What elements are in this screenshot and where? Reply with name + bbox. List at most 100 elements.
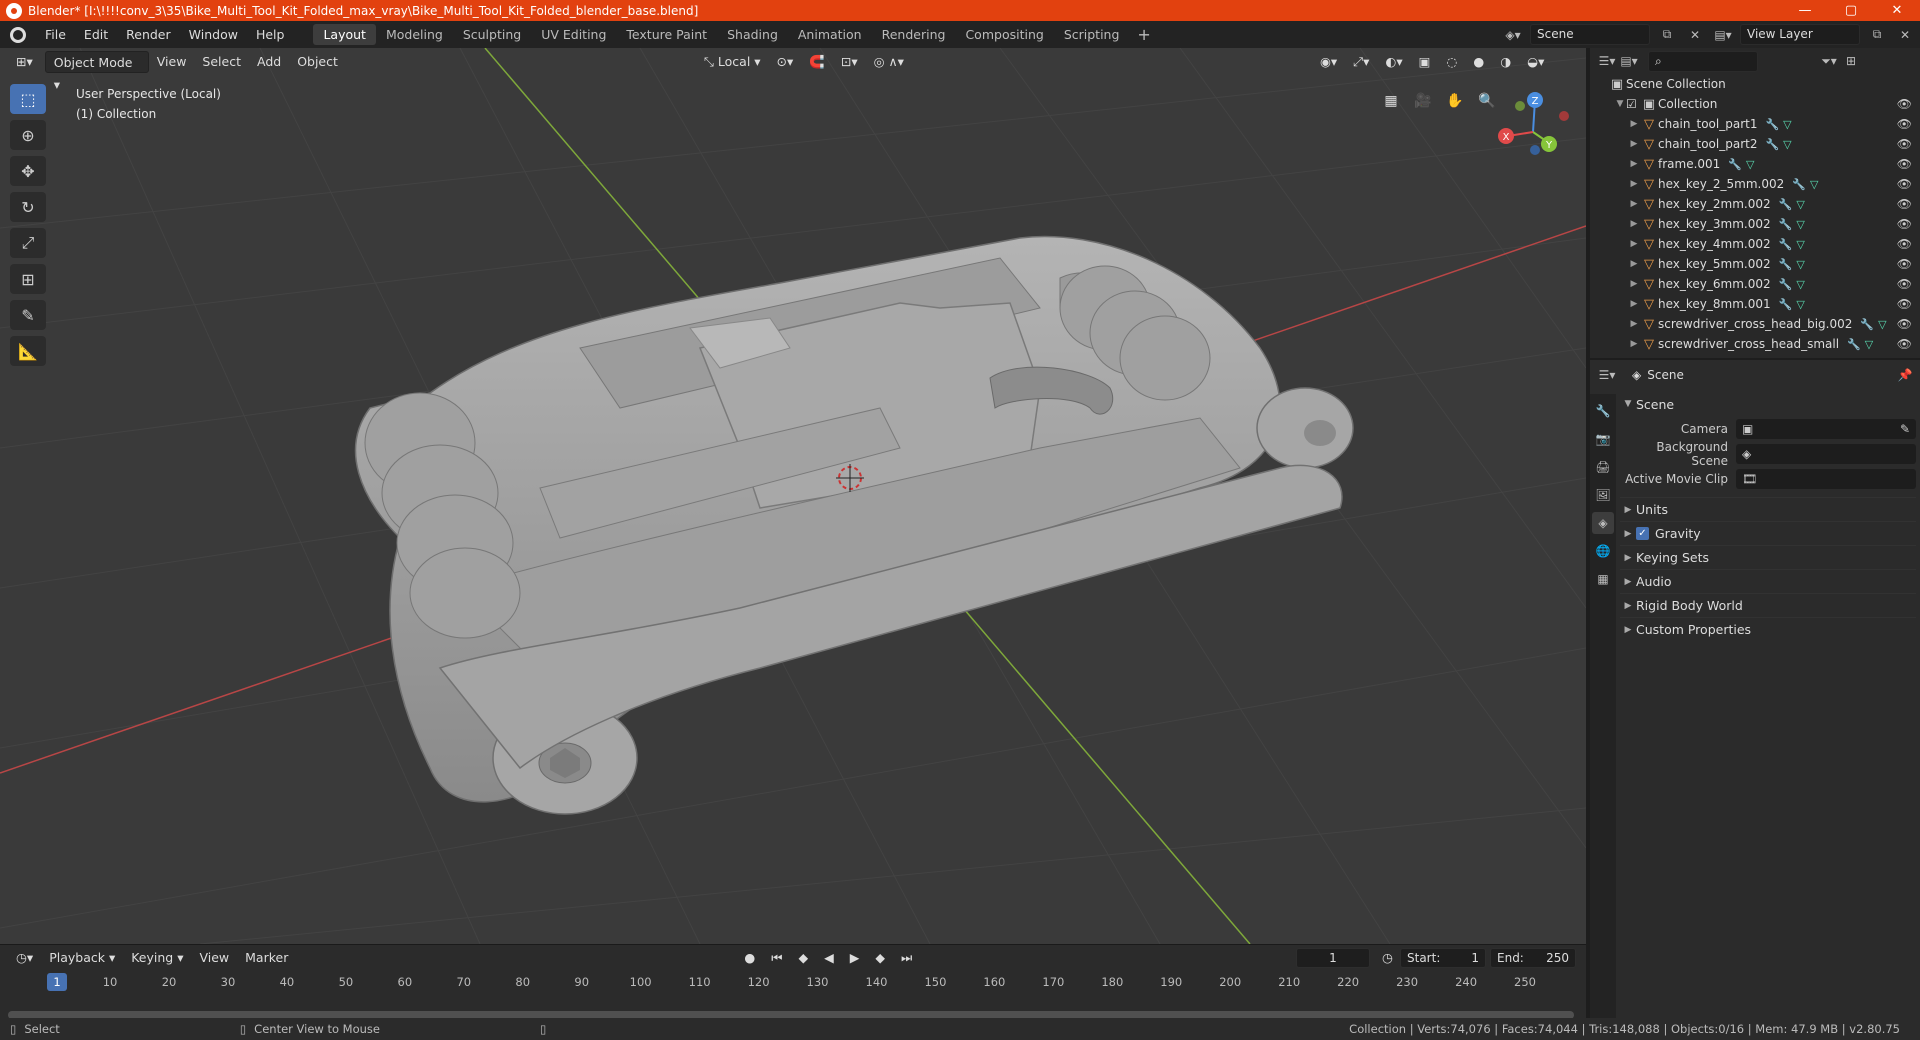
mesh-data-icon[interactable]: ▽ <box>1796 238 1804 251</box>
filter-icon[interactable]: ⏷▾ <box>1818 51 1840 72</box>
measure-tool-icon[interactable]: 📐 <box>10 336 46 366</box>
snap-icon[interactable]: 🧲 <box>801 51 833 73</box>
start-frame-field[interactable]: Start: 1 <box>1400 948 1486 968</box>
new-collection-icon[interactable]: ⊞ <box>1840 51 1862 72</box>
tab-scripting[interactable]: Scripting <box>1054 24 1130 45</box>
collection-row[interactable]: ▼ ☑ ▣ Collection 👁 <box>1590 94 1920 114</box>
transform-tool-icon[interactable]: ⊞ <box>10 264 46 294</box>
outliner-search-input[interactable]: ⌕ <box>1648 50 1758 72</box>
overlays-icon[interactable]: ◐▾ <box>1377 51 1410 73</box>
outliner-object-row[interactable]: ▶ ▽ hex_key_5mm.002 🔧 ▽ 👁 <box>1590 254 1920 274</box>
modifier-wrench-icon[interactable]: 🔧 <box>1792 178 1806 191</box>
menu-object[interactable]: Object <box>289 51 346 73</box>
modifier-wrench-icon[interactable]: 🔧 <box>1765 138 1779 151</box>
pivot-point-icon[interactable]: ⊙▾ <box>769 51 802 73</box>
play-button[interactable]: ▶ <box>842 947 868 969</box>
gravity-panel[interactable]: ▶ ✓ Gravity <box>1620 521 1916 545</box>
object-visibility-icon[interactable]: 👁 <box>1897 317 1912 331</box>
menu-help[interactable]: Help <box>247 21 294 48</box>
menu-view[interactable]: View <box>149 51 195 73</box>
object-visibility-icon[interactable]: 👁 <box>1897 337 1912 351</box>
outliner-object-row[interactable]: ▶ ▽ hex_key_3mm.002 🔧 ▽ 👁 <box>1590 214 1920 234</box>
annotate-tool-icon[interactable]: ✎ <box>10 300 46 330</box>
expand-object-icon[interactable]: ▶ <box>1628 279 1640 289</box>
timeline-ruler[interactable]: 1 10 20 30 40 50 60 70 80 90 100 110 120 130 140 150 160… <box>0 971 1586 993</box>
menu-file[interactable]: File <box>36 21 75 48</box>
mesh-data-icon[interactable]: ▽ <box>1796 278 1804 291</box>
object-visibility-icon[interactable]: 👁 <box>1897 197 1912 211</box>
jump-start-button[interactable]: ⏮ <box>763 947 790 969</box>
shading-material-icon[interactable]: ◑ <box>1492 51 1519 73</box>
close-button[interactable]: ✕ <box>1874 0 1920 21</box>
outliner-object-row[interactable]: ▶ ▽ screwdriver_cross_head_small 🔧 ▽ 👁 <box>1590 334 1920 354</box>
background-scene-field[interactable]: ◈ <box>1736 443 1916 464</box>
outliner-object-row[interactable]: ▶ ▽ hex_key_4mm.002 🔧 ▽ 👁 <box>1590 234 1920 254</box>
multi-tool-model[interactable] <box>354 235 1354 815</box>
expand-object-icon[interactable]: ▶ <box>1628 259 1640 269</box>
tab-texture-paint[interactable]: Texture Paint <box>616 24 717 45</box>
menu-window[interactable]: Window <box>180 21 247 48</box>
expand-object-icon[interactable]: ▶ <box>1628 239 1640 249</box>
expand-object-icon[interactable]: ▶ <box>1628 339 1640 349</box>
cursor-tool-icon[interactable]: ⊕ <box>10 120 46 150</box>
view-layer-browse-icon[interactable]: ▤▾ <box>1712 24 1734 45</box>
outliner-object-row[interactable]: ▶ ▽ chain_tool_part2 🔧 ▽ 👁 <box>1590 134 1920 154</box>
current-frame-field[interactable]: 1 <box>1296 948 1370 968</box>
expand-object-icon[interactable]: ▶ <box>1628 119 1640 129</box>
pan-hand-icon[interactable]: ✋ <box>1442 88 1468 114</box>
eyedropper-icon[interactable]: ✎ <box>1900 422 1910 436</box>
gravity-checkbox[interactable]: ✓ <box>1636 527 1649 540</box>
proportional-edit-icon[interactable]: ◎ ∧▾ <box>866 51 912 73</box>
object-visibility-icon[interactable]: 👁 <box>1897 297 1912 311</box>
editor-type-icon[interactable]: ⊞▾ <box>8 51 41 73</box>
scene-collection-row[interactable]: ▣ Scene Collection <box>1590 74 1920 94</box>
expand-object-icon[interactable]: ▶ <box>1628 139 1640 149</box>
object-visibility-icon[interactable]: 👁 <box>1897 217 1912 231</box>
outliner-object-row[interactable]: ▶ ▽ frame.001 🔧 ▽ 👁 <box>1590 154 1920 174</box>
expand-object-icon[interactable]: ▶ <box>1628 199 1640 209</box>
shading-wireframe-icon[interactable]: ◌ <box>1438 51 1465 73</box>
modifier-wrench-icon[interactable]: 🔧 <box>1728 158 1742 171</box>
mesh-data-icon[interactable]: ▽ <box>1810 178 1818 191</box>
move-tool-icon[interactable]: ✥ <box>10 156 46 186</box>
modifier-wrench-icon[interactable]: 🔧 <box>1860 318 1874 331</box>
jump-end-button[interactable]: ⏭ <box>893 947 920 969</box>
menu-playback[interactable]: Playback ▾ <box>41 947 123 969</box>
prev-keyframe-button[interactable]: ◆ <box>791 947 817 969</box>
mesh-data-icon[interactable]: ▽ <box>1746 158 1754 171</box>
minimize-button[interactable]: — <box>1782 0 1828 21</box>
tab-layout[interactable]: Layout <box>313 24 376 45</box>
outliner-object-row[interactable]: ▶ ▽ chain_tool_part1 🔧 ▽ 👁 <box>1590 114 1920 134</box>
timeline-editor-type-icon[interactable]: ◷▾ <box>8 947 41 969</box>
output-tab-icon[interactable]: 🖨 <box>1592 456 1614 478</box>
visibility-icon[interactable]: ◉▾ <box>1312 51 1345 73</box>
mode-select[interactable]: Object Mode ▾ <box>44 51 149 92</box>
outliner-editor-type-icon[interactable]: ☰▾ <box>1596 51 1618 72</box>
shading-solid-icon[interactable]: ● <box>1465 51 1492 73</box>
world-tab-icon[interactable]: 🌐 <box>1592 540 1614 562</box>
expand-object-icon[interactable]: ▶ <box>1628 179 1640 189</box>
shading-rendered-icon[interactable]: ◒▾ <box>1519 51 1552 73</box>
scene-browse-icon[interactable]: ◈▾ <box>1502 24 1524 45</box>
active-movie-clip-field[interactable]: 🎞 <box>1736 468 1916 489</box>
end-frame-field[interactable]: End: 250 <box>1490 948 1576 968</box>
collection-visibility-icon[interactable]: 👁 <box>1897 97 1912 111</box>
view-layer-delete-icon[interactable]: ✕ <box>1894 24 1916 45</box>
scene-new-icon[interactable]: ⧉ <box>1656 24 1678 45</box>
tab-modeling[interactable]: Modeling <box>376 24 453 45</box>
tab-compositing[interactable]: Compositing <box>955 24 1053 45</box>
object-visibility-icon[interactable]: 👁 <box>1897 257 1912 271</box>
mesh-data-icon[interactable]: ▽ <box>1783 118 1791 131</box>
modifier-wrench-icon[interactable]: 🔧 <box>1779 258 1793 271</box>
object-visibility-icon[interactable]: 👁 <box>1897 117 1912 131</box>
camera-view-icon[interactable]: 🎥 <box>1410 88 1436 114</box>
mesh-data-icon[interactable]: ▽ <box>1878 318 1886 331</box>
blender-menu-icon[interactable] <box>10 26 26 43</box>
scene-panel-header[interactable]: ▼ Scene <box>1620 392 1916 416</box>
units-panel[interactable]: ▶ Units <box>1620 497 1916 521</box>
mesh-data-icon[interactable]: ▽ <box>1796 218 1804 231</box>
play-reverse-button[interactable]: ◀ <box>816 947 842 969</box>
expand-object-icon[interactable]: ▶ <box>1628 159 1640 169</box>
maximize-button[interactable]: ▢ <box>1828 0 1874 21</box>
outliner-object-row[interactable]: ▶ ▽ screwdriver_cross_head_big.002 🔧 ▽ 👁 <box>1590 314 1920 334</box>
